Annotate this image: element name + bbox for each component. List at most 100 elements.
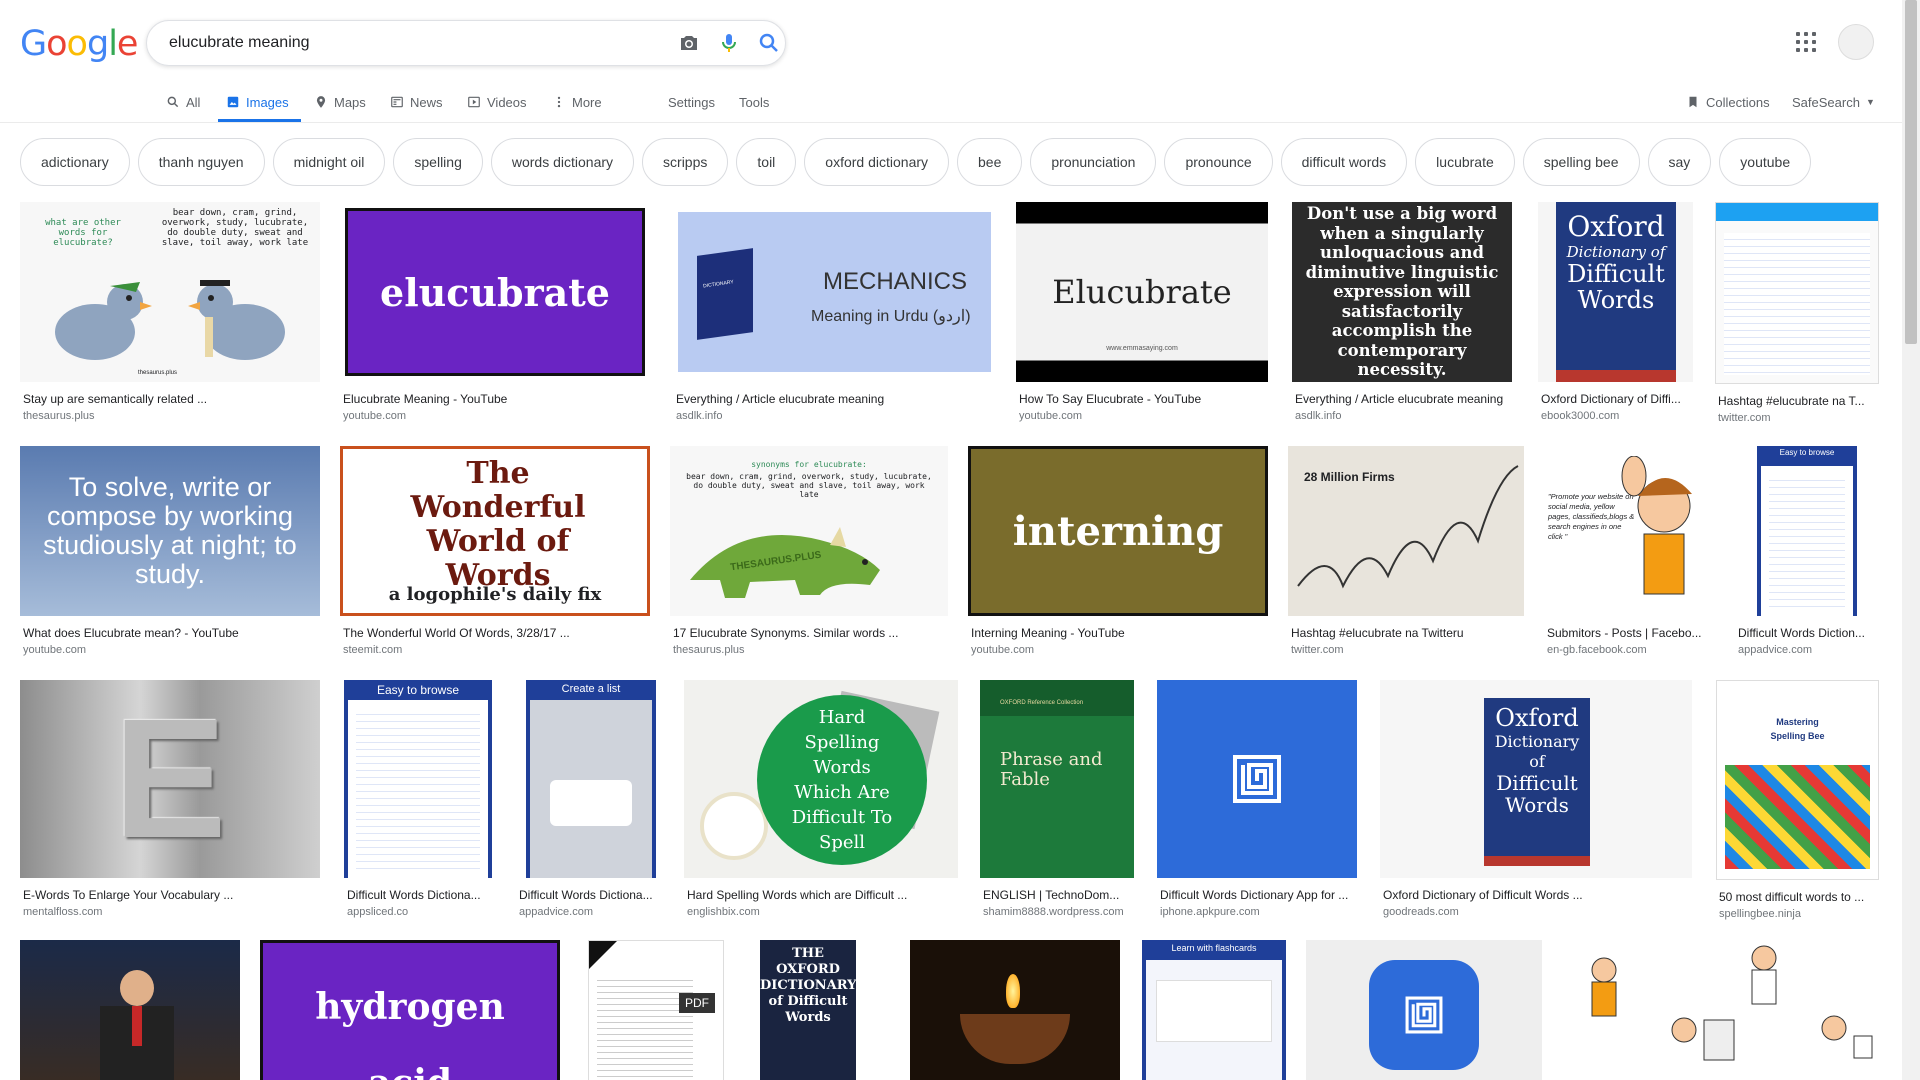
apps-grid-icon[interactable] [1796, 32, 1816, 52]
result-title[interactable]: Interning Meaning - YouTube [968, 626, 1268, 640]
chip[interactable]: lucubrate [1415, 138, 1515, 186]
image-result[interactable]: interning Interning Meaning - YouTube yo… [968, 446, 1268, 656]
result-title[interactable]: Difficult Words Diction... [1735, 626, 1879, 640]
tab-images[interactable]: Images [226, 90, 289, 114]
image-result[interactable]: THE OXFORD DICTIONARY of Difficult Words [744, 940, 872, 1080]
result-thumbnail[interactable]: Elucubrate www.emmasaying.com [1016, 202, 1268, 382]
result-thumbnail[interactable] [1306, 940, 1542, 1080]
search-icon[interactable] [757, 31, 781, 55]
result-thumbnail[interactable]: interning [968, 446, 1268, 616]
image-result[interactable]: Oxford Dictionary of Difficult Words Oxf… [1380, 680, 1692, 918]
result-title[interactable]: 50 most difficult words to ... [1716, 890, 1879, 904]
result-thumbnail[interactable] [1564, 940, 1879, 1080]
result-thumbnail[interactable]: hydrogen acid [260, 940, 560, 1080]
result-title[interactable]: Difficult Words Dictiona... [516, 888, 664, 902]
image-result[interactable] [910, 940, 1120, 1080]
image-result[interactable]: PDF [588, 940, 724, 1080]
tab-videos[interactable]: Videos [467, 90, 527, 114]
result-thumbnail[interactable]: what are other words for elucubrate? bea… [20, 202, 320, 382]
result-title[interactable]: Oxford Dictionary of Diffi... [1538, 392, 1693, 406]
google-logo[interactable]: Google [20, 24, 138, 64]
tab-maps[interactable]: Maps [314, 90, 366, 114]
tab-news[interactable]: News [390, 90, 443, 114]
image-result[interactable]: "Promote your website on social media, y… [1544, 446, 1714, 656]
result-title[interactable]: ENGLISH | TechnoDom... [980, 888, 1134, 902]
image-result[interactable]: Mastering Spelling Bee 50 most difficult… [1716, 680, 1879, 920]
result-thumbnail[interactable]: Easy to browse [1735, 446, 1879, 616]
result-thumbnail[interactable]: To solve, write or compose by working st… [20, 446, 320, 616]
result-thumbnail[interactable]: OXFORD Reference Collection Phrase and F… [980, 680, 1134, 878]
result-title[interactable]: E-Words To Enlarge Your Vocabulary ... [20, 888, 320, 902]
chip[interactable]: pronounce [1164, 138, 1273, 186]
search-input[interactable] [167, 29, 641, 57]
result-thumbnail[interactable] [910, 940, 1120, 1080]
result-title[interactable]: The Wonderful World Of Words, 3/28/17 ..… [340, 626, 650, 640]
image-result[interactable]: Elucubrate www.emmasaying.com How To Say… [1016, 202, 1268, 422]
result-thumbnail[interactable]: "Promote your website on social media, y… [1544, 446, 1714, 616]
result-thumbnail[interactable]: Create a list [516, 680, 664, 878]
image-result[interactable]: Hashtag #elucubrate na T... twitter.com [1715, 202, 1879, 424]
result-title[interactable]: Hashtag #elucubrate na Twitteru [1288, 626, 1524, 640]
chip[interactable]: say [1647, 138, 1712, 186]
image-result[interactable]: Learn with flashcards [1142, 940, 1286, 1080]
result-title[interactable]: Everything / Article elucubrate meaning [673, 392, 996, 406]
result-thumbnail[interactable]: synonyms for elucubrate: bear down, cram… [670, 446, 948, 616]
result-thumbnail[interactable]: THE OXFORD DICTIONARY of Difficult Words [744, 940, 872, 1080]
image-result[interactable]: elucubrate Elucubrate Meaning - YouTube … [340, 202, 650, 422]
image-result[interactable] [1306, 940, 1542, 1080]
image-result[interactable] [1564, 940, 1879, 1080]
chip[interactable]: thanh nguyen [137, 138, 265, 186]
result-thumbnail[interactable]: DICTIONARY MECHANICS Meaning in Urdu (ار… [673, 202, 996, 382]
image-result[interactable]: Create a list Difficult Words Dictiona..… [516, 680, 664, 918]
image-result[interactable]: hydrogen acid [260, 940, 560, 1080]
image-result[interactable]: Hard Spelling Words Which Are Difficult … [684, 680, 958, 918]
result-thumbnail[interactable] [1157, 680, 1357, 878]
collections-link[interactable]: Collections [1686, 90, 1770, 114]
chip[interactable]: pronunciation [1030, 138, 1157, 186]
image-result[interactable]: OXFORD Reference Collection Phrase and F… [980, 680, 1134, 918]
chip[interactable]: adictionary [20, 138, 130, 186]
result-thumbnail[interactable]: 28 Million Firms [1288, 446, 1524, 616]
image-result[interactable]: Easy to browse Difficult Words Dictiona.… [344, 680, 492, 918]
result-title[interactable]: Hashtag #elucubrate na T... [1715, 394, 1879, 408]
image-result[interactable]: DICTIONARY MECHANICS Meaning in Urdu (ار… [673, 202, 996, 422]
result-thumbnail[interactable]: Easy to browse [344, 680, 492, 878]
result-thumbnail[interactable] [1715, 202, 1879, 384]
settings-link[interactable]: Settings [668, 90, 715, 114]
chip[interactable]: toil [736, 138, 797, 186]
safesearch-menu[interactable]: SafeSearch ▼ [1792, 90, 1875, 114]
camera-icon[interactable] [677, 31, 701, 55]
image-result[interactable]: 28 Million Firms Hashtag #elucubrate na … [1288, 446, 1524, 656]
image-result[interactable]: what are other words for elucubrate? bea… [20, 202, 320, 422]
result-title[interactable]: Elucubrate Meaning - YouTube [340, 392, 650, 406]
image-result[interactable]: synonyms for elucubrate: bear down, cram… [670, 446, 948, 656]
result-title[interactable]: Stay up are semantically related ... [20, 392, 320, 406]
tab-all[interactable]: All [166, 90, 200, 114]
tools-link[interactable]: Tools [739, 90, 769, 114]
chip[interactable]: spelling [393, 138, 483, 186]
result-title[interactable]: Oxford Dictionary of Difficult Words ... [1380, 888, 1692, 902]
image-result[interactable]: The Wonderful World of Words a logophile… [340, 446, 650, 656]
result-thumbnail[interactable]: Don't use a big word when a singularly u… [1292, 202, 1512, 382]
chip[interactable]: difficult words [1280, 138, 1408, 186]
result-title[interactable]: 17 Elucubrate Synonyms. Similar words ..… [670, 626, 948, 640]
result-title[interactable]: Submitors - Posts | Facebo... [1544, 626, 1714, 640]
result-thumbnail[interactable]: Learn with flashcards [1142, 940, 1286, 1080]
image-result[interactable]: Don't use a big word when a singularly u… [1292, 202, 1512, 422]
result-thumbnail[interactable]: PDF [588, 940, 724, 1080]
result-thumbnail[interactable]: The Wonderful World of Words a logophile… [340, 446, 650, 616]
image-result[interactable]: To solve, write or compose by working st… [20, 446, 320, 656]
chip[interactable]: youtube [1719, 138, 1812, 186]
chip[interactable]: scripps [642, 138, 729, 186]
result-thumbnail[interactable] [20, 940, 240, 1080]
result-title[interactable]: Everything / Article elucubrate meaning [1292, 392, 1512, 406]
chip[interactable]: bee [957, 138, 1023, 186]
image-result[interactable]: Difficult Words Dictionary App for ... i… [1157, 680, 1357, 918]
result-title[interactable]: How To Say Elucubrate - YouTube [1016, 392, 1268, 406]
page-scrollbar[interactable] [1902, 0, 1920, 1080]
result-thumbnail[interactable]: Oxford Dictionary of Difficult Words [1380, 680, 1692, 878]
result-thumbnail[interactable]: elucubrate [340, 202, 650, 382]
scrollbar-thumb[interactable] [1905, 0, 1917, 344]
result-thumbnail[interactable]: Mastering Spelling Bee [1716, 680, 1879, 880]
chip[interactable]: words dictionary [490, 138, 635, 186]
